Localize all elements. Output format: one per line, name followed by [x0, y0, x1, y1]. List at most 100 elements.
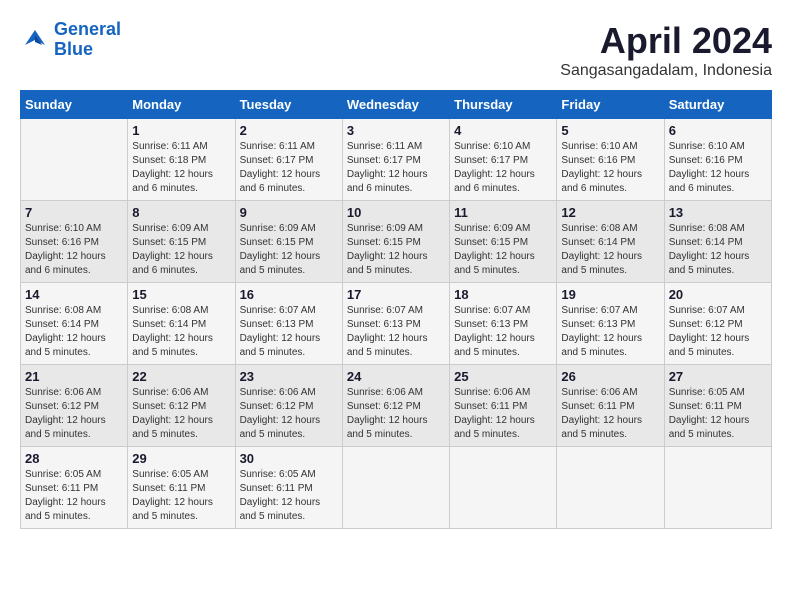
calendar-cell [557, 447, 664, 529]
logo-line1: General [54, 19, 121, 39]
day-number: 19 [561, 287, 659, 302]
day-number: 2 [240, 123, 338, 138]
logo-line2: Blue [54, 39, 93, 59]
day-info: Sunrise: 6:08 AM Sunset: 6:14 PM Dayligh… [561, 222, 659, 278]
column-header-sunday: Sunday [21, 91, 128, 119]
logo: General Blue [20, 20, 121, 60]
calendar-cell: 4 Sunrise: 6:10 AM Sunset: 6:17 PM Daylig… [450, 119, 557, 201]
day-info: Sunrise: 6:11 AM Sunset: 6:17 PM Dayligh… [347, 140, 445, 196]
day-number: 12 [561, 205, 659, 220]
day-number: 5 [561, 123, 659, 138]
day-number: 26 [561, 369, 659, 384]
column-header-tuesday: Tuesday [235, 91, 342, 119]
logo-icon [20, 25, 50, 55]
day-number: 17 [347, 287, 445, 302]
day-number: 22 [132, 369, 230, 384]
day-number: 24 [347, 369, 445, 384]
calendar-cell: 30Sunrise: 6:05 AM Sunset: 6:11 PM Dayli… [235, 447, 342, 529]
day-info: Sunrise: 6:08 AM Sunset: 6:14 PM Dayligh… [132, 304, 230, 360]
calendar-week-row: 1 Sunrise: 6:11 AM Sunset: 6:18 PM Daylig… [21, 119, 772, 201]
day-info: Sunrise: 6:06 AM Sunset: 6:11 PM Dayligh… [454, 386, 552, 442]
calendar-cell [664, 447, 771, 529]
day-info: Sunrise: 6:06 AM Sunset: 6:12 PM Dayligh… [25, 386, 123, 442]
calendar-cell: 22 Sunrise: 6:06 AM Sunset: 6:12 PM Dayli… [128, 365, 235, 447]
calendar-cell: 18 Sunrise: 6:07 AM Sunset: 6:13 PM Dayli… [450, 283, 557, 365]
day-number: 23 [240, 369, 338, 384]
day-info: Sunrise: 6:06 AM Sunset: 6:12 PM Dayligh… [347, 386, 445, 442]
calendar-cell: 8Sunrise: 6:09 AM Sunset: 6:15 PM Daylig… [128, 201, 235, 283]
calendar-cell: 17 Sunrise: 6:07 AM Sunset: 6:13 PM Dayli… [342, 283, 449, 365]
day-info: Sunrise: 6:10 AM Sunset: 6:17 PM Dayligh… [454, 140, 552, 196]
calendar-cell [450, 447, 557, 529]
column-header-wednesday: Wednesday [342, 91, 449, 119]
day-info: Sunrise: 6:05 AM Sunset: 6:11 PM Dayligh… [132, 468, 230, 524]
day-number: 9 [240, 205, 338, 220]
day-info: Sunrise: 6:11 AM Sunset: 6:18 PM Dayligh… [132, 140, 230, 196]
day-info: Sunrise: 6:10 AM Sunset: 6:16 PM Dayligh… [561, 140, 659, 196]
calendar-cell: 6Sunrise: 6:10 AM Sunset: 6:16 PM Daylig… [664, 119, 771, 201]
column-header-friday: Friday [557, 91, 664, 119]
day-info: Sunrise: 6:07 AM Sunset: 6:13 PM Dayligh… [347, 304, 445, 360]
day-info: Sunrise: 6:06 AM Sunset: 6:12 PM Dayligh… [240, 386, 338, 442]
day-number: 1 [132, 123, 230, 138]
calendar-cell: 5 Sunrise: 6:10 AM Sunset: 6:16 PM Daylig… [557, 119, 664, 201]
calendar-cell: 27Sunrise: 6:05 AM Sunset: 6:11 PM Dayli… [664, 365, 771, 447]
calendar-cell: 16Sunrise: 6:07 AM Sunset: 6:13 PM Dayli… [235, 283, 342, 365]
calendar-cell: 23 Sunrise: 6:06 AM Sunset: 6:12 PM Dayli… [235, 365, 342, 447]
column-header-saturday: Saturday [664, 91, 771, 119]
day-info: Sunrise: 6:10 AM Sunset: 6:16 PM Dayligh… [669, 140, 767, 196]
calendar-cell: 28Sunrise: 6:05 AM Sunset: 6:11 PM Dayli… [21, 447, 128, 529]
day-info: Sunrise: 6:06 AM Sunset: 6:11 PM Dayligh… [561, 386, 659, 442]
calendar-cell: 1 Sunrise: 6:11 AM Sunset: 6:18 PM Daylig… [128, 119, 235, 201]
day-info: Sunrise: 6:07 AM Sunset: 6:13 PM Dayligh… [454, 304, 552, 360]
day-info: Sunrise: 6:06 AM Sunset: 6:12 PM Dayligh… [132, 386, 230, 442]
day-number: 30 [240, 451, 338, 466]
calendar-week-row: 21Sunrise: 6:06 AM Sunset: 6:12 PM Dayli… [21, 365, 772, 447]
day-number: 20 [669, 287, 767, 302]
day-number: 4 [454, 123, 552, 138]
day-info: Sunrise: 6:05 AM Sunset: 6:11 PM Dayligh… [25, 468, 123, 524]
day-number: 7 [25, 205, 123, 220]
calendar-cell: 7 Sunrise: 6:10 AM Sunset: 6:16 PM Daylig… [21, 201, 128, 283]
calendar-cell: 14Sunrise: 6:08 AM Sunset: 6:14 PM Dayli… [21, 283, 128, 365]
column-header-monday: Monday [128, 91, 235, 119]
calendar-week-row: 7 Sunrise: 6:10 AM Sunset: 6:16 PM Daylig… [21, 201, 772, 283]
title-block: April 2024 Sangasangadalam, Indonesia [560, 20, 772, 80]
day-number: 27 [669, 369, 767, 384]
day-number: 11 [454, 205, 552, 220]
day-number: 3 [347, 123, 445, 138]
day-info: Sunrise: 6:09 AM Sunset: 6:15 PM Dayligh… [454, 222, 552, 278]
calendar-cell [21, 119, 128, 201]
calendar-cell: 10 Sunrise: 6:09 AM Sunset: 6:15 PM Dayli… [342, 201, 449, 283]
day-number: 15 [132, 287, 230, 302]
column-header-thursday: Thursday [450, 91, 557, 119]
day-number: 13 [669, 205, 767, 220]
location-subtitle: Sangasangadalam, Indonesia [560, 62, 772, 80]
day-number: 25 [454, 369, 552, 384]
calendar-cell: 24 Sunrise: 6:06 AM Sunset: 6:12 PM Dayli… [342, 365, 449, 447]
calendar-cell: 20 Sunrise: 6:07 AM Sunset: 6:12 PM Dayli… [664, 283, 771, 365]
day-info: Sunrise: 6:09 AM Sunset: 6:15 PM Dayligh… [240, 222, 338, 278]
calendar-cell: 9 Sunrise: 6:09 AM Sunset: 6:15 PM Daylig… [235, 201, 342, 283]
day-info: Sunrise: 6:08 AM Sunset: 6:14 PM Dayligh… [669, 222, 767, 278]
day-number: 14 [25, 287, 123, 302]
logo-text: General Blue [54, 20, 121, 60]
day-info: Sunrise: 6:09 AM Sunset: 6:15 PM Dayligh… [347, 222, 445, 278]
day-number: 8 [132, 205, 230, 220]
day-info: Sunrise: 6:07 AM Sunset: 6:12 PM Dayligh… [669, 304, 767, 360]
day-info: Sunrise: 6:07 AM Sunset: 6:13 PM Dayligh… [240, 304, 338, 360]
day-number: 29 [132, 451, 230, 466]
day-number: 10 [347, 205, 445, 220]
day-info: Sunrise: 6:11 AM Sunset: 6:17 PM Dayligh… [240, 140, 338, 196]
calendar-week-row: 28Sunrise: 6:05 AM Sunset: 6:11 PM Dayli… [21, 447, 772, 529]
calendar-cell: 3 Sunrise: 6:11 AM Sunset: 6:17 PM Daylig… [342, 119, 449, 201]
day-number: 18 [454, 287, 552, 302]
calendar-cell: 21Sunrise: 6:06 AM Sunset: 6:12 PM Dayli… [21, 365, 128, 447]
calendar-cell: 15 Sunrise: 6:08 AM Sunset: 6:14 PM Dayli… [128, 283, 235, 365]
calendar-cell: 19 Sunrise: 6:07 AM Sunset: 6:13 PM Dayli… [557, 283, 664, 365]
day-info: Sunrise: 6:07 AM Sunset: 6:13 PM Dayligh… [561, 304, 659, 360]
day-info: Sunrise: 6:10 AM Sunset: 6:16 PM Dayligh… [25, 222, 123, 278]
page-header: General Blue April 2024 Sangasangadalam,… [20, 20, 772, 80]
calendar-cell: 11 Sunrise: 6:09 AM Sunset: 6:15 PM Dayli… [450, 201, 557, 283]
calendar-cell: 26 Sunrise: 6:06 AM Sunset: 6:11 PM Dayli… [557, 365, 664, 447]
